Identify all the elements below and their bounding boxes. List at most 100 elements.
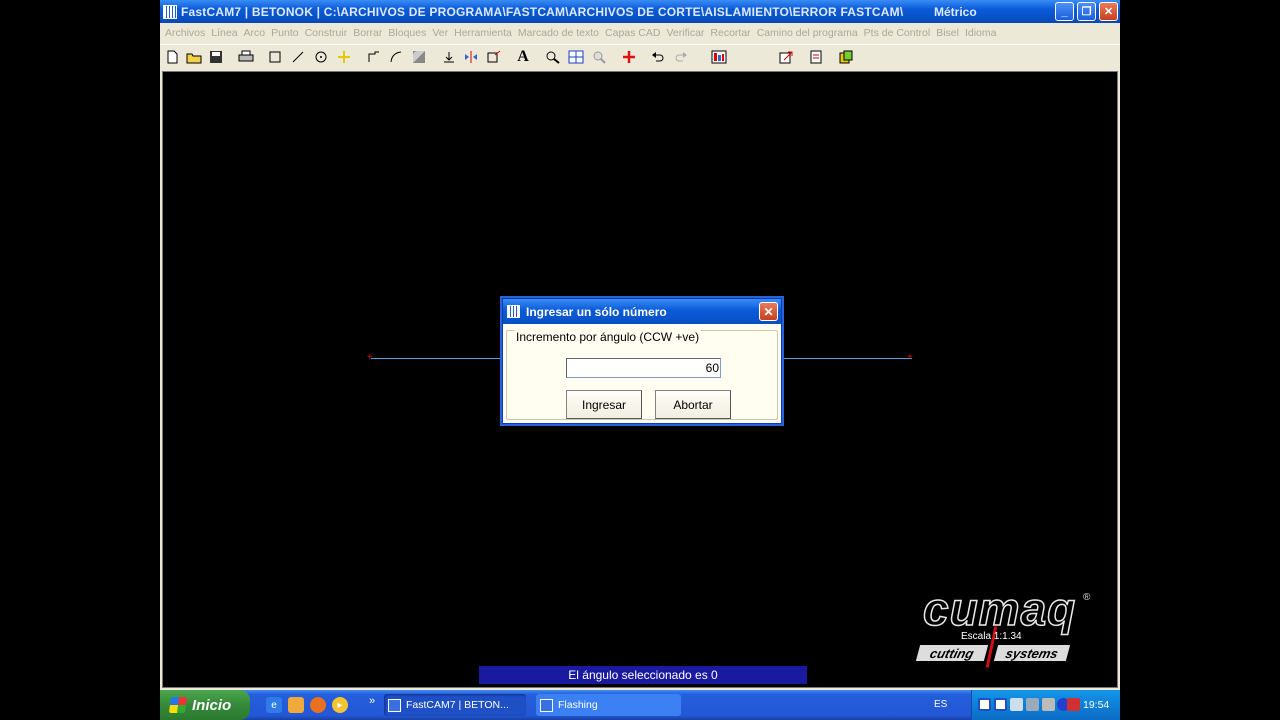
quicklaunch-overflow[interactable]: » [364, 693, 380, 709]
flashing-task-icon [540, 698, 553, 712]
point-icon[interactable] [335, 48, 353, 66]
menu-idioma[interactable]: Idioma [965, 27, 997, 39]
tray-display-icon[interactable] [994, 698, 1007, 711]
zoom-fit-icon[interactable] [567, 48, 585, 66]
minimize-button[interactable]: _ [1055, 2, 1074, 21]
redo-icon[interactable] [672, 48, 690, 66]
fillet-icon[interactable] [410, 48, 428, 66]
dialog-close-button[interactable]: ✕ [759, 302, 778, 321]
menu-construir[interactable]: Construir [305, 27, 348, 39]
menu-camino-del-programa[interactable]: Camino del programa [757, 27, 858, 39]
open-folder-icon[interactable] [185, 48, 203, 66]
menu-arco[interactable]: Arco [244, 27, 266, 39]
title-bar[interactable]: FastCAM7 | BETONOK | C:\ARCHIVOS DE PROG… [160, 0, 1120, 23]
start-button[interactable]: Inicio [160, 690, 250, 720]
left-letterbox [0, 0, 160, 720]
window-title: FastCAM7 | BETONOK | C:\ARCHIVOS DE PROG… [181, 4, 904, 19]
fastcam-app-icon[interactable] [163, 4, 177, 19]
taskbar-flashing[interactable]: Flashing [536, 694, 681, 716]
number-input-dialog: Ingresar un sólo número ✕ Incremento por… [502, 298, 782, 424]
rectangle-icon[interactable] [266, 48, 284, 66]
text-icon[interactable]: A [514, 48, 532, 66]
new-file-icon[interactable] [163, 48, 181, 66]
restore-button[interactable]: ❐ [1077, 2, 1096, 21]
taskbar-fastcam-label: FastCAM7 | BETON... [406, 699, 509, 711]
nest-icon[interactable] [710, 48, 728, 66]
drawing-canvas[interactable]: + + Ingresar un sólo número ✕ Incremento… [162, 71, 1118, 688]
media-player-icon[interactable]: ▸ [332, 697, 348, 713]
menu-ver[interactable]: Ver [432, 27, 448, 39]
angle-increment-label: Incremento por ángulo (CCW +ve) [514, 330, 702, 344]
menu-capas-cad[interactable]: Capas CAD [605, 27, 660, 39]
endpoint-marker-left: + [367, 352, 373, 363]
selected-angle-message: El ángulo seleccionado es 0 [479, 666, 807, 684]
export-icon[interactable] [777, 48, 795, 66]
logo-registered-mark: ® [1083, 592, 1091, 603]
toolbar: A [160, 44, 1120, 70]
clock[interactable]: 19:54 [1083, 699, 1109, 711]
geometry-line-right [782, 358, 912, 359]
logo-systems: systems [993, 645, 1071, 661]
scale-icon[interactable] [485, 48, 503, 66]
circle-icon[interactable] [312, 48, 330, 66]
fastcam-task-icon [388, 698, 401, 712]
system-tray: 19:54 [971, 690, 1120, 720]
right-letterbox [1120, 0, 1280, 720]
language-indicator[interactable]: ES [934, 699, 947, 710]
fastcam-window: FastCAM7 | BETONOK | C:\ARCHIVOS DE PROG… [160, 0, 1120, 690]
line-icon[interactable] [289, 48, 307, 66]
abortar-button[interactable]: Abortar [655, 390, 731, 419]
dialog-title: Ingresar un sólo número [526, 304, 667, 319]
tray-network-icon[interactable] [978, 698, 991, 711]
internet-explorer-icon[interactable]: e [266, 697, 282, 713]
logo-cutting: cutting [915, 645, 989, 661]
menu-bisel[interactable]: Bisel [936, 27, 959, 39]
menu-borrar[interactable]: Borrar [353, 27, 382, 39]
tray-drive-icon[interactable] [1042, 698, 1055, 711]
menu-bloques[interactable]: Bloques [388, 27, 426, 39]
endpoint-marker-right: + [907, 352, 913, 363]
menu-bar: Archivos Línea Arco Punto Construir Borr… [160, 23, 1120, 43]
tray-security-icon[interactable] [1067, 698, 1080, 711]
menu-recortar[interactable]: Recortar [710, 27, 750, 39]
logo-wordmark: cumaq [922, 583, 1077, 635]
undo-icon[interactable] [649, 48, 667, 66]
dialog-app-icon [507, 305, 520, 318]
firefox-icon[interactable] [310, 697, 326, 713]
menu-pts-de-control[interactable]: Pts de Control [864, 27, 931, 39]
taskbar-flashing-label: Flashing [558, 699, 598, 711]
scale-readout: Escala 1:1.34 [961, 631, 1022, 642]
units-label: Métrico [934, 5, 977, 19]
windows-flag-icon [168, 697, 188, 713]
menu-verificar[interactable]: Verificar [666, 27, 704, 39]
step-icon[interactable] [365, 48, 383, 66]
menu-archivos[interactable]: Archivos [165, 27, 205, 39]
taskbar: Inicio e ▸ » FastCAM7 | BETON... Flashin… [160, 690, 1120, 720]
ingresar-button[interactable]: Ingresar [566, 390, 642, 419]
mirror-icon[interactable] [462, 48, 480, 66]
dialog-body: Incremento por ángulo (CCW +ve) Ingresar… [503, 324, 781, 423]
menu-herramienta[interactable]: Herramienta [454, 27, 512, 39]
close-button[interactable]: ✕ [1099, 2, 1118, 21]
show-desktop-icon[interactable] [288, 697, 304, 713]
zoom-window-icon[interactable] [544, 48, 562, 66]
import-icon[interactable] [807, 48, 825, 66]
angle-increment-input[interactable] [566, 358, 721, 378]
taskbar-fastcam[interactable]: FastCAM7 | BETON... [384, 694, 526, 716]
start-label: Inicio [192, 696, 232, 714]
curve-icon[interactable] [387, 48, 405, 66]
print-icon[interactable] [237, 48, 255, 66]
angle-increment-group: Incremento por ángulo (CCW +ve) Ingresar… [506, 330, 778, 420]
zoom-out-icon[interactable] [590, 48, 608, 66]
dialog-title-bar[interactable]: Ingresar un sólo número ✕ [503, 299, 781, 324]
menu-marcado-de-texto[interactable]: Marcado de texto [518, 27, 599, 39]
save-icon[interactable] [207, 48, 225, 66]
menu-linea[interactable]: Línea [211, 27, 237, 39]
tray-connection-icon[interactable] [1026, 698, 1039, 711]
add-point-icon[interactable] [620, 48, 638, 66]
move-icon[interactable] [440, 48, 458, 66]
menu-punto[interactable]: Punto [271, 27, 298, 39]
cut-path-icon[interactable] [837, 48, 855, 66]
cumaq-logo: cumaq ® cutting systems [915, 583, 1103, 668]
tray-safely-remove-icon[interactable] [1010, 698, 1023, 711]
